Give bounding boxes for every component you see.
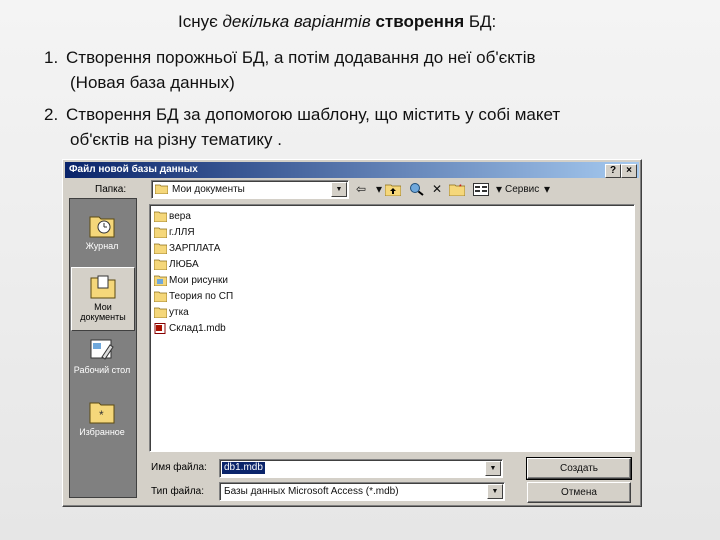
file-list[interactable]: вера г.ЛЛЯ ЗАРПЛАТА ЛЮБА Мои рисунки Теория п… <box>149 204 635 452</box>
place-label: Мои документы <box>80 302 126 322</box>
folder-icon <box>154 211 167 222</box>
file-name: ЗАРПЛАТА <box>169 243 221 254</box>
pictures-folder-icon <box>154 275 167 286</box>
intro-part: Існує <box>178 12 223 31</box>
intro-italic: декілька варіантів <box>222 12 371 31</box>
place-history[interactable]: Журнал <box>71 207 133 269</box>
intro-end: БД: <box>464 12 497 31</box>
list-item-2-continuation: об'єктів на різну тематику . <box>70 130 282 149</box>
list-item-1-continuation: (Новая база данных) <box>70 73 235 92</box>
dialog-title: Файл новой базы данных <box>69 164 198 175</box>
folder-icon <box>154 307 167 318</box>
chevron-down-icon[interactable]: ▼ <box>485 461 501 476</box>
filetype-select[interactable]: Базы данных Microsoft Access (*.mdb) ▼ <box>219 482 505 501</box>
my-documents-icon <box>90 275 116 299</box>
close-button[interactable]: × <box>621 164 637 178</box>
place-my-documents[interactable]: Мои документы <box>71 267 135 331</box>
folder-select[interactable]: Мои документы ▼ <box>151 180 349 199</box>
file-row[interactable]: Склад1.mdb <box>154 321 226 336</box>
file-row[interactable]: вера <box>154 209 191 224</box>
file-row[interactable]: ЛЮБА <box>154 257 199 272</box>
filename-value: db1.mdb <box>222 462 265 474</box>
cancel-button[interactable]: Отмена <box>527 482 631 503</box>
folder-icon <box>154 243 167 254</box>
folder-icon <box>155 184 168 194</box>
list-item-2: 2. Створення БД за допомогою шаблону, що … <box>44 103 560 127</box>
svg-text:*: * <box>459 184 462 191</box>
tools-menu[interactable]: Сервис <box>505 184 539 195</box>
back-icon[interactable]: ⇦ <box>351 180 371 198</box>
chevron-down-icon[interactable]: ▼ <box>331 182 347 197</box>
create-button[interactable]: Создать <box>526 457 632 480</box>
folder-value: Мои документы <box>172 184 245 195</box>
tools-dropdown-icon[interactable]: ▾ <box>537 180 557 198</box>
svg-text:*: * <box>99 408 104 422</box>
place-desktop[interactable]: Рабочий стол <box>71 331 133 393</box>
file-name: утка <box>169 307 189 318</box>
delete-icon[interactable]: ✕ <box>427 180 447 198</box>
file-name: Теория по СП <box>169 291 234 302</box>
intro-bold: створення <box>370 12 465 31</box>
help-button[interactable]: ? <box>605 164 621 178</box>
filename-label: Имя файла: <box>151 462 207 473</box>
filetype-label: Тип файла: <box>151 486 204 497</box>
list-text: Створення БД за допомогою шаблону, що мі… <box>66 105 561 124</box>
file-name: Склад1.mdb <box>169 323 226 334</box>
file-row[interactable]: г.ЛЛЯ <box>154 225 195 240</box>
intro-line: Існує декілька варіантів створення БД: <box>178 10 496 34</box>
place-favorites[interactable]: * Избранное <box>71 393 133 455</box>
place-label: Избранное <box>79 427 125 437</box>
list-item-1: 1. Створення порожньої БД, а потім додава… <box>44 46 536 70</box>
filename-input[interactable]: db1.mdb ▼ <box>219 459 503 478</box>
places-bar: Журнал Мои документы Рабочий стол * Избр… <box>69 198 137 498</box>
list-number: 1. <box>44 48 59 67</box>
history-icon <box>89 216 115 238</box>
place-label: Рабочий стол <box>73 365 131 375</box>
folder-icon <box>154 227 167 238</box>
folder-icon <box>154 291 167 302</box>
file-name: г.ЛЛЯ <box>169 227 195 238</box>
file-row[interactable]: Теория по СП <box>154 289 233 304</box>
dialog-titlebar[interactable]: Файл новой базы данных ? × <box>65 162 639 178</box>
place-label: Журнал <box>85 241 119 251</box>
file-name: Мои рисунки <box>169 275 228 286</box>
filetype-value: Базы данных Microsoft Access (*.mdb) <box>224 486 399 497</box>
folder-icon <box>154 259 167 270</box>
new-folder-icon[interactable]: * <box>447 180 467 198</box>
chevron-down-icon[interactable]: ▼ <box>487 484 503 499</box>
up-folder-icon[interactable] <box>383 180 403 198</box>
search-web-icon[interactable] <box>407 180 427 198</box>
new-database-dialog: Файл новой базы данных ? × Папка: Мои до… <box>62 159 642 507</box>
file-name: вера <box>169 211 191 222</box>
list-number: 2. <box>44 105 59 124</box>
list-text: Створення порожньої БД, а потім додаванн… <box>66 48 536 67</box>
file-row[interactable]: Мои рисунки <box>154 273 228 288</box>
access-file-icon <box>154 323 166 334</box>
file-row[interactable]: ЗАРПЛАТА <box>154 241 220 256</box>
favorites-icon: * <box>89 402 115 424</box>
desktop-icon <box>90 339 114 360</box>
file-row[interactable]: утка <box>154 305 189 320</box>
views-icon[interactable] <box>471 180 491 198</box>
file-name: ЛЮБА <box>169 259 199 270</box>
folder-label: Папка: <box>95 184 127 195</box>
